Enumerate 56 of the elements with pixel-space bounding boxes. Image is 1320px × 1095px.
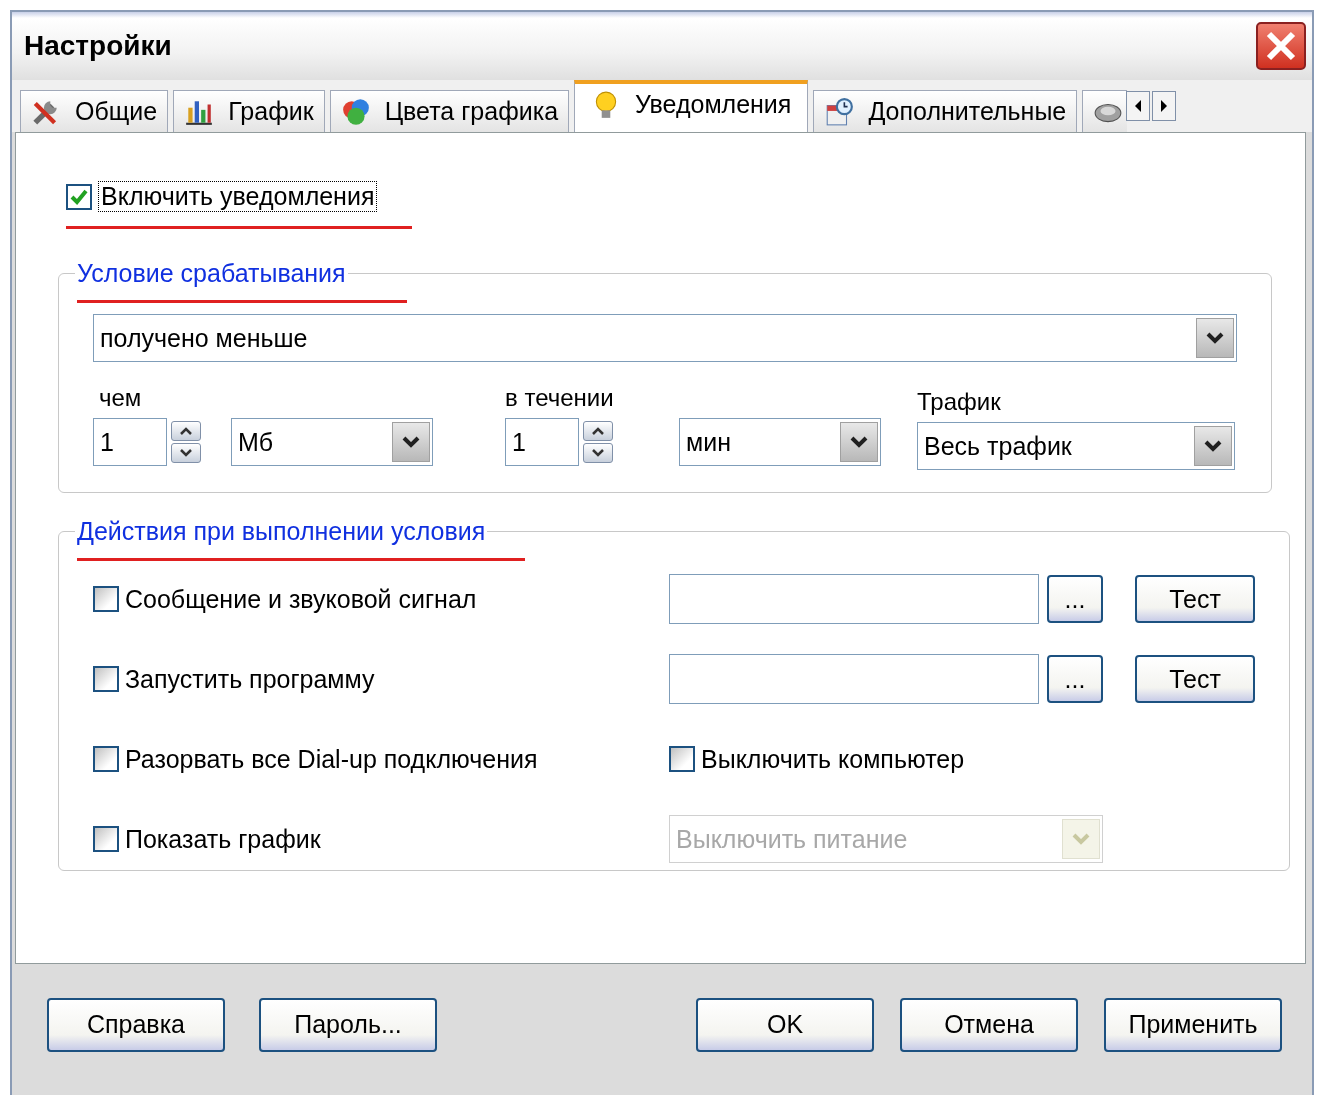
group-title: Условие срабатывания — [76, 259, 347, 288]
arrow-right-icon — [1159, 99, 1170, 113]
dialog-button[interactable]: Применить — [1104, 997, 1282, 1052]
dropdown[interactable]: получено меньше — [93, 314, 1237, 362]
calendar-clock-icon — [824, 96, 855, 127]
chevron-down-icon — [179, 448, 193, 458]
tab[interactable]: Общие — [20, 90, 169, 132]
check-icon — [69, 187, 89, 206]
checkbox[interactable]: Выключить компьютер — [669, 744, 965, 774]
dialog-button[interactable]: Пароль... — [259, 997, 437, 1052]
chevron-up-icon — [591, 426, 605, 436]
field-label: в течении — [505, 384, 615, 412]
tab[interactable]: Уведомления — [574, 80, 809, 132]
dropdown[interactable]: Весь трафик — [917, 422, 1235, 470]
field-label: чем — [99, 384, 143, 412]
dropdown[interactable]: мин — [679, 418, 881, 466]
chevron-down-icon — [1206, 331, 1224, 345]
spin-down-button[interactable] — [171, 443, 201, 463]
checkbox[interactable]: Запустить программу — [93, 664, 375, 694]
tab[interactable]: Дополнительные — [813, 90, 1078, 132]
close-icon — [1264, 29, 1298, 63]
path-field[interactable] — [669, 574, 1039, 624]
tab[interactable] — [1082, 90, 1128, 132]
browse-button[interactable]: ... — [1047, 575, 1103, 623]
scroll-right-button[interactable] — [1152, 91, 1177, 121]
browse-button[interactable]: ... — [1047, 655, 1103, 703]
checkbox[interactable]: Сообщение и звуковой сигнал — [93, 584, 477, 614]
tab[interactable]: Цвета графика — [329, 90, 570, 132]
chevron-down-icon — [1072, 832, 1090, 846]
chevron-down-icon — [850, 435, 868, 449]
window-title: Настройки — [24, 30, 172, 62]
test-button[interactable]: Тест — [1135, 575, 1255, 623]
scroll-left-button[interactable] — [1126, 91, 1151, 121]
tab[interactable]: График — [173, 90, 325, 132]
number-field[interactable]: 1 — [93, 418, 167, 466]
spin-up-button[interactable] — [583, 421, 613, 441]
dialog-button[interactable]: Отмена — [900, 997, 1078, 1052]
dialog-button[interactable]: Справка — [47, 997, 225, 1052]
chevron-up-icon — [179, 426, 193, 436]
spin-up-button[interactable] — [171, 421, 201, 441]
close-button[interactable] — [1256, 22, 1306, 70]
checkbox[interactable]: Разорвать все Dial-up подключения — [93, 744, 538, 774]
dropdown[interactable]: Мб — [231, 418, 433, 466]
number-field[interactable]: 1 — [505, 418, 579, 466]
checkbox[interactable]: Показать график — [93, 824, 321, 854]
color-circles-icon — [340, 96, 371, 127]
arrow-left-icon — [1133, 99, 1144, 113]
path-field[interactable] — [669, 654, 1039, 704]
field-label: Трафик — [917, 388, 1002, 416]
spin-down-button[interactable] — [583, 443, 613, 463]
group-title: Действия при выполнении условия — [76, 517, 487, 546]
chevron-down-icon — [591, 448, 605, 458]
dialog-button[interactable]: OK — [696, 997, 874, 1052]
chevron-down-icon — [402, 435, 420, 449]
chevron-down-icon — [1204, 439, 1222, 453]
test-button[interactable]: Тест — [1135, 655, 1255, 703]
